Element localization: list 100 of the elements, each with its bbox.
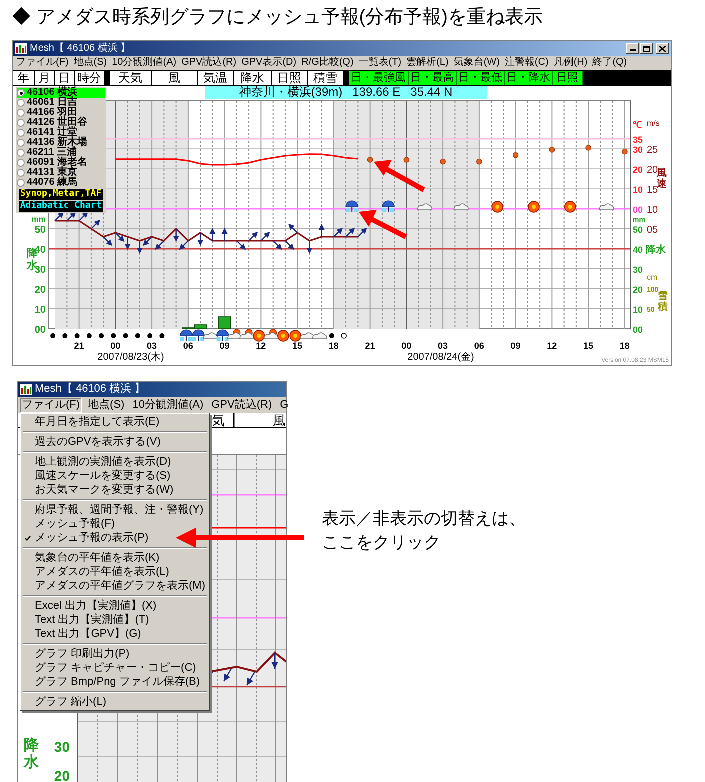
menu-item[interactable]: グラフ キャピチャー・コピー(C) [21, 661, 209, 675]
menu-item[interactable]: グラフ 印刷出力(P) [21, 647, 209, 661]
tab[interactable]: 年 [13, 71, 35, 85]
forecast-point [549, 147, 556, 153]
station-option[interactable]: 44076 練馬 [17, 178, 105, 188]
tab[interactable]: 天気 [110, 71, 152, 85]
time-label: 21 [74, 341, 84, 351]
menu-item[interactable]: グラフ 縮小(L) [21, 695, 209, 709]
time-label: 12 [256, 341, 266, 351]
menu-item[interactable]: 府県予報、週間予報、注・警報(Y) [21, 503, 209, 517]
menu-item[interactable]: GPV読込(R) [210, 398, 274, 412]
station-option[interactable]: 44131 東京 [17, 168, 105, 178]
radio-button[interactable] [17, 179, 25, 187]
menu-item[interactable]: Text 出力【GPV】(G) [21, 627, 209, 641]
dot-icon [111, 334, 116, 338]
forecast-point [440, 158, 446, 165]
menu-item[interactable]: 過去のGPVを表示する(V) [21, 435, 209, 449]
menu-item[interactable]: アメダスの平年値を表示(L) [21, 565, 209, 579]
station-option[interactable]: 46141 辻堂 [17, 128, 105, 138]
maximize-button[interactable] [640, 43, 653, 54]
tab[interactable]: 風 [152, 71, 198, 85]
menu-item[interactable]: 雲解析(L) [406, 57, 449, 69]
axis-label: 20 [54, 768, 70, 782]
tab[interactable]: 降水 [234, 71, 272, 85]
tab[interactable]: 月 [35, 71, 55, 85]
menu-item[interactable]: R/G比較(Q) [302, 57, 354, 69]
menu-item[interactable]: 地点(S) [74, 57, 108, 69]
radio-button[interactable] [17, 99, 25, 107]
radio-button[interactable] [17, 109, 25, 117]
station-option[interactable]: 46061 日吉 [17, 98, 105, 108]
radio-button[interactable] [17, 129, 25, 137]
menu-item[interactable]: 10分観測値(A) [130, 398, 206, 412]
menu-item[interactable]: G [278, 398, 291, 412]
menu-item[interactable]: GPV表示(D) [242, 57, 297, 69]
tab[interactable]: 積雪 [308, 71, 344, 85]
radio-button[interactable] [17, 169, 25, 177]
menu-item[interactable]: Excel 出力【実測値】(X) [21, 599, 209, 613]
radio-button[interactable] [17, 139, 25, 147]
menu-item[interactable]: 気象台(W) [454, 57, 500, 69]
tab[interactable]: 時分 [75, 71, 105, 85]
minimize-button[interactable] [626, 43, 639, 54]
station-option[interactable]: 44136 新木場 [17, 138, 105, 148]
menu-item[interactable]: お天気マークを変更する(W) [21, 483, 209, 497]
forecast-point [404, 157, 410, 163]
station-option[interactable]: 44126 世田谷 [17, 118, 105, 128]
app-icon [20, 384, 32, 395]
station-option[interactable]: 46091 海老名 [17, 158, 105, 168]
menu-item[interactable]: 一覧表(T) [358, 57, 402, 69]
station-option[interactable]: 44166 羽田 [17, 108, 105, 118]
forecast-point [476, 158, 482, 165]
menu-item[interactable]: 注警報(C) [504, 57, 549, 69]
chart-button[interactable]: Synop,Metar,TAF [19, 189, 103, 200]
menu-item[interactable]: GPV読込(R) [182, 57, 237, 69]
radio-button[interactable] [17, 89, 25, 97]
time-label: 09 [220, 341, 230, 351]
axis-label: 35 [633, 135, 644, 145]
axis-label: 15 [647, 185, 658, 196]
axis-label: 50 [633, 225, 644, 235]
menu-item[interactable]: メッシュ予報の表示(P) [21, 531, 209, 545]
tab[interactable]: 日・最強風 [349, 71, 409, 85]
sun-icon [290, 330, 302, 342]
menu-item[interactable]: メッシュ予報(F) [21, 517, 209, 531]
tab[interactable]: 風 [273, 413, 286, 428]
menu-item[interactable]: グラフ Bmp/Png ファイル保存(B) [21, 675, 209, 689]
menu-item[interactable]: 気象台の平年値を表示(K) [21, 551, 209, 565]
tab[interactable]: 日・最低 [457, 71, 505, 85]
menu-item[interactable]: 10分観測値(A) [112, 57, 177, 69]
tab[interactable]: 日・降水 [505, 71, 553, 85]
menu-item[interactable]: 凡例(H) [554, 57, 588, 69]
menu-item[interactable]: 風速スケールを変更する(S) [21, 469, 209, 483]
axis-label: 20 [633, 285, 644, 295]
tab[interactable]: 気温 [198, 71, 234, 85]
menu-item[interactable]: Text 出力【実測値】(T) [21, 613, 209, 627]
wind-arrow-icon [222, 228, 228, 241]
menu-item[interactable]: 終了(Q) [592, 57, 628, 69]
radio-button[interactable] [17, 149, 25, 157]
close-button[interactable] [656, 43, 669, 54]
menu-item[interactable]: 年月日を指定して表示(E) [21, 415, 209, 429]
menu-item[interactable]: 地上観測の実測値を表示(D) [21, 455, 209, 469]
tab[interactable]: 日・最高 [409, 71, 457, 85]
station-option[interactable]: 46106 横浜 [17, 88, 105, 98]
minimize-icon [630, 46, 636, 51]
radio-button[interactable] [17, 119, 25, 127]
menu-item[interactable]: ファイル(F) [20, 398, 82, 412]
tab[interactable]: 日照 [272, 71, 308, 85]
menu-item[interactable]: ファイル(F) [16, 57, 69, 69]
station-option[interactable]: 46211 三浦 [17, 148, 105, 158]
time-label: 18 [620, 341, 630, 351]
menu-item[interactable]: アメダスの平年値グラフを表示(M) [21, 579, 209, 593]
sun-icon [564, 201, 576, 213]
menu-item[interactable]: 地点(S) [86, 398, 127, 412]
axis-label: 20 [647, 165, 658, 176]
dot-icon [99, 334, 104, 338]
tab[interactable]: 日 [55, 71, 75, 85]
date-label: 2007/08/23(木) [98, 352, 164, 363]
chart-button[interactable]: Adiabatic Chart [19, 201, 103, 212]
tab[interactable]: 日照 [553, 71, 583, 85]
axis-label: 10 [34, 305, 46, 316]
tab[interactable]: 気 [212, 413, 225, 428]
radio-button[interactable] [17, 159, 25, 167]
